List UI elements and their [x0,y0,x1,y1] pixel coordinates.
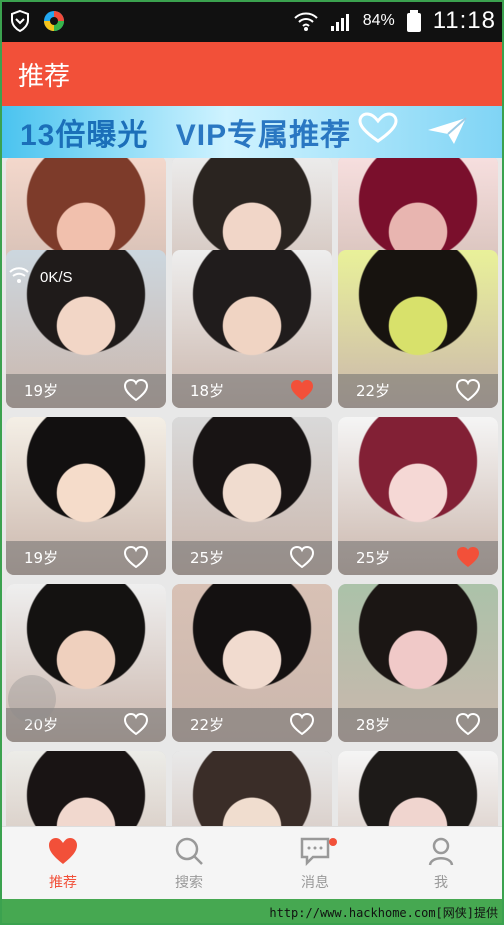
age-label: 25岁 [356,549,391,567]
top-app-bar: 推荐 [0,42,504,106]
message-icon [298,834,332,868]
nav-search[interactable]: 搜索 [126,827,252,899]
profile-card[interactable] [172,751,332,826]
app-logo-icon [42,9,66,33]
profile-card[interactable] [338,751,498,826]
banner-exposure-text: 13倍曝光 [20,119,149,152]
battery-icon [405,9,423,33]
heart-outline-icon [356,112,400,148]
page-title: 推荐 [18,61,71,92]
heart-filled-icon[interactable] [290,379,314,401]
heart-filled-icon[interactable] [456,546,480,568]
heart-outline-icon[interactable] [124,379,148,401]
heart-outline-icon[interactable] [290,546,314,568]
age-label: 18岁 [190,382,225,400]
nav-label: 消息 [301,875,329,891]
age-label: 19岁 [24,382,59,400]
status-bar: 84% 11:18 [0,0,504,42]
nav-messages[interactable]: 消息 [252,827,378,899]
profile-card[interactable]: 25岁 [338,417,498,575]
floating-assist-button[interactable] [8,675,56,723]
status-left-icons [8,9,66,33]
banner-vip-text: VIP专属推荐 [175,119,352,152]
wifi-icon [293,10,319,32]
profile-card[interactable]: 18岁 [172,250,332,408]
status-right-icons: 84% 11:18 [293,7,496,35]
nav-label: 搜索 [175,875,203,891]
profile-card[interactable] [6,751,166,826]
nav-recommend[interactable]: 推荐 [0,827,126,899]
unread-badge [329,838,337,846]
age-label: 22岁 [356,382,391,400]
age-label: 22岁 [190,716,225,734]
heart-outline-icon[interactable] [290,713,314,735]
bottom-navigation: 推荐 搜索 消息 我 [0,826,504,899]
profile-card[interactable]: 22岁 [172,584,332,742]
profile-card[interactable]: 28岁 [338,584,498,742]
search-icon [172,834,206,868]
network-speed-overlay: 0K/S [8,266,73,288]
nav-label: 推荐 [49,875,77,891]
nav-label: 我 [434,875,448,891]
recommendation-grid: 19岁25岁24岁19岁18岁22岁19岁25岁25岁20岁22岁28岁 [0,158,504,826]
profile-card[interactable]: 22岁 [338,250,498,408]
watermark-text: http://www.hackhome.com[网侠]提供 [269,905,498,920]
heart-icon [46,834,80,868]
shield-icon [8,9,32,33]
profile-photo [6,751,166,826]
heart-outline-icon[interactable] [124,546,148,568]
heart-outline-icon[interactable] [124,713,148,735]
network-speed: 0K/S [40,268,73,286]
age-label: 25岁 [190,549,225,567]
signal-icon [329,10,353,32]
banner-text: 13倍曝光 VIP专属推荐 [20,110,351,154]
app-screen: 84% 11:18 推荐 13倍曝光 VIP专属推荐 19岁 18岁 22岁 1… [0,0,504,925]
profile-card[interactable]: 25岁 [172,417,332,575]
profile-card[interactable]: 19岁 [6,417,166,575]
profile-photo [338,751,498,826]
paper-plane-icon [426,116,468,150]
clock: 11:18 [432,7,496,34]
footer-watermark: http://www.hackhome.com[网侠]提供 [0,899,504,925]
battery-percent: 84% [362,12,395,29]
age-label: 19岁 [24,549,59,567]
profile-photo [172,751,332,826]
age-label: 28岁 [356,716,391,734]
heart-outline-icon[interactable] [456,713,480,735]
heart-outline-icon[interactable] [456,379,480,401]
wifi-icon [8,266,30,288]
profile-icon [424,834,458,868]
nav-profile[interactable]: 我 [378,827,504,899]
vip-banner[interactable]: 13倍曝光 VIP专属推荐 [0,106,504,158]
